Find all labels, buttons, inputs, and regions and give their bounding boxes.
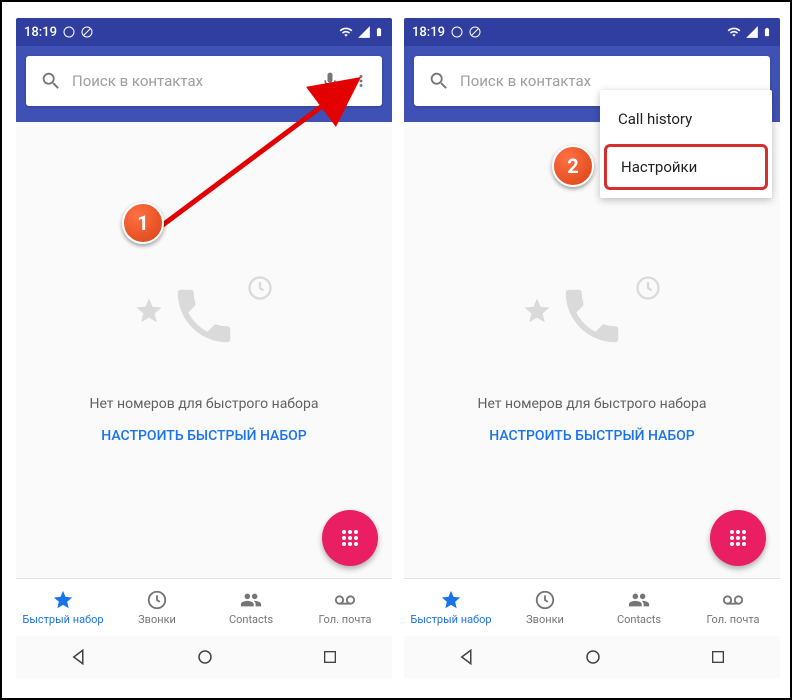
nav-label: Гол. почта: [706, 613, 759, 626]
back-button[interactable]: [70, 648, 88, 666]
people-icon: [628, 589, 650, 611]
phone-screenshot-2: 18:19 Поиск в контактах Call history Нас…: [404, 18, 780, 678]
empty-content: Нет номеров для быстрого набора НАСТРОИТ…: [16, 122, 392, 578]
back-button[interactable]: [458, 648, 476, 666]
nav-speed-dial[interactable]: Быстрый набор: [404, 579, 498, 636]
dialpad-fab[interactable]: [710, 510, 766, 566]
recent-button[interactable]: [322, 649, 338, 665]
app-header: Поиск в контактах Call history Настройки: [404, 46, 780, 122]
phone-handset-icon: [557, 281, 627, 351]
search-bar[interactable]: Поиск в контактах: [26, 56, 382, 106]
annotation-badge-2: 2: [552, 145, 594, 187]
nav-label: Быстрый набор: [410, 613, 491, 626]
nav-label: Contacts: [617, 613, 661, 626]
nav-contacts[interactable]: Contacts: [592, 579, 686, 636]
battery-icon: [762, 24, 772, 40]
star-icon: [134, 296, 164, 326]
clock-icon: [634, 274, 662, 302]
nav-label: Звонки: [138, 613, 176, 626]
android-nav-bar: [16, 636, 392, 678]
nav-label: Звонки: [526, 613, 564, 626]
signal-icon: [357, 25, 371, 39]
empty-state-illustration: [124, 256, 284, 376]
more-menu-button[interactable]: [348, 67, 374, 95]
nav-calls[interactable]: Звонки: [110, 579, 204, 636]
signal-icon: [745, 25, 759, 39]
nav-voicemail[interactable]: Гол. почта: [686, 579, 780, 636]
empty-state-illustration: [512, 256, 672, 376]
nav-voicemail[interactable]: Гол. почта: [298, 579, 392, 636]
status-icon: [469, 26, 481, 38]
star-icon: [440, 589, 462, 611]
nav-label: Гол. почта: [318, 613, 371, 626]
bottom-nav: Быстрый набор Звонки Contacts Гол. почта: [404, 578, 780, 636]
home-button[interactable]: [584, 648, 602, 666]
wifi-icon: [338, 25, 354, 39]
menu-settings[interactable]: Настройки: [604, 144, 768, 190]
star-icon: [522, 296, 552, 326]
mic-icon[interactable]: [320, 71, 340, 91]
clock-icon: [146, 589, 168, 611]
status-bar: 18:19: [404, 18, 780, 46]
nav-label: Contacts: [229, 613, 273, 626]
nav-calls[interactable]: Звонки: [498, 579, 592, 636]
status-time: 18:19: [412, 25, 445, 40]
search-placeholder: Поиск в контактах: [72, 72, 312, 90]
wifi-icon: [726, 25, 742, 39]
clock-icon: [534, 589, 556, 611]
dialpad-fab[interactable]: [322, 510, 378, 566]
status-time: 18:19: [24, 25, 57, 40]
voicemail-icon: [722, 589, 744, 611]
nav-speed-dial[interactable]: Быстрый набор: [16, 579, 110, 636]
status-icon: [63, 26, 75, 38]
search-icon: [40, 70, 62, 92]
home-button[interactable]: [196, 648, 214, 666]
recent-button[interactable]: [710, 649, 726, 665]
app-header: Поиск в контактах: [16, 46, 392, 122]
voicemail-icon: [334, 589, 356, 611]
setup-speed-dial-link[interactable]: НАСТРОИТЬ БЫСТРЫЙ НАБОР: [101, 428, 306, 444]
search-icon: [428, 70, 450, 92]
star-icon: [52, 589, 74, 611]
people-icon: [240, 589, 262, 611]
battery-icon: [374, 24, 384, 40]
bottom-nav: Быстрый набор Звонки Contacts Гол. почта: [16, 578, 392, 636]
empty-message: Нет номеров для быстрого набора: [89, 396, 318, 412]
nav-contacts[interactable]: Contacts: [204, 579, 298, 636]
overflow-menu: Call history Настройки: [600, 90, 772, 198]
search-placeholder: Поиск в контактах: [460, 72, 762, 90]
empty-message: Нет номеров для быстрого набора: [477, 396, 706, 412]
phone-screenshot-1: 18:19 Поиск в контактах Нет номеров для …: [16, 18, 392, 678]
annotation-badge-1: 1: [122, 202, 164, 244]
status-icon: [451, 26, 463, 38]
clock-icon: [246, 274, 274, 302]
setup-speed-dial-link[interactable]: НАСТРОИТЬ БЫСТРЫЙ НАБОР: [489, 428, 694, 444]
status-bar: 18:19: [16, 18, 392, 46]
android-nav-bar: [404, 636, 780, 678]
status-icon: [81, 26, 93, 38]
nav-label: Быстрый набор: [22, 613, 103, 626]
menu-call-history[interactable]: Call history: [600, 96, 772, 142]
phone-handset-icon: [169, 281, 239, 351]
